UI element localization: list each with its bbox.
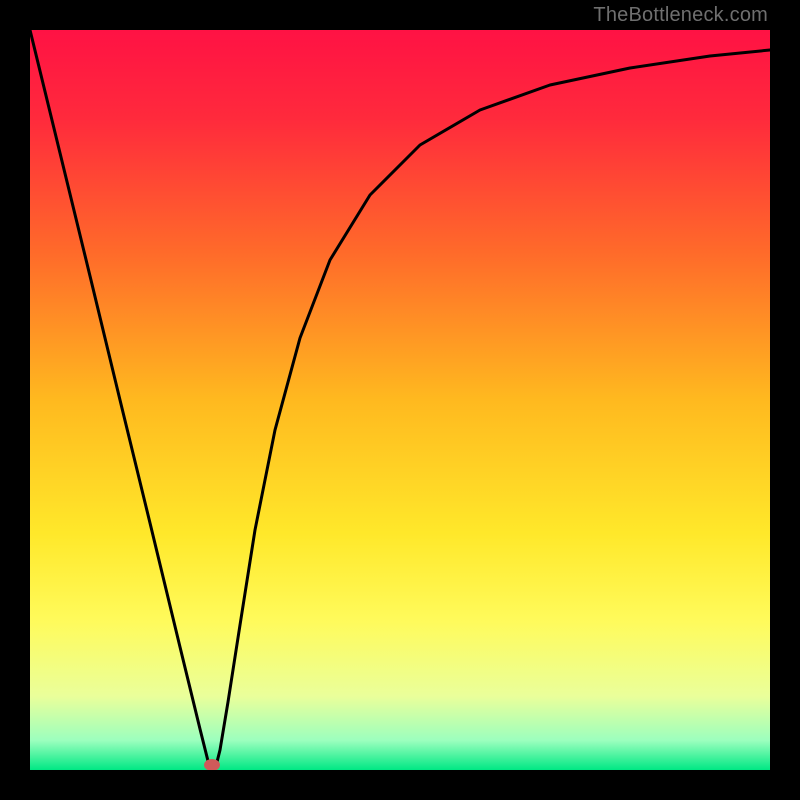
chart-svg [30, 30, 770, 770]
gradient-background [30, 30, 770, 770]
watermark-text: TheBottleneck.com [593, 4, 768, 27]
chart-frame: TheBottleneck.com [0, 0, 800, 800]
plot-area [30, 30, 770, 770]
